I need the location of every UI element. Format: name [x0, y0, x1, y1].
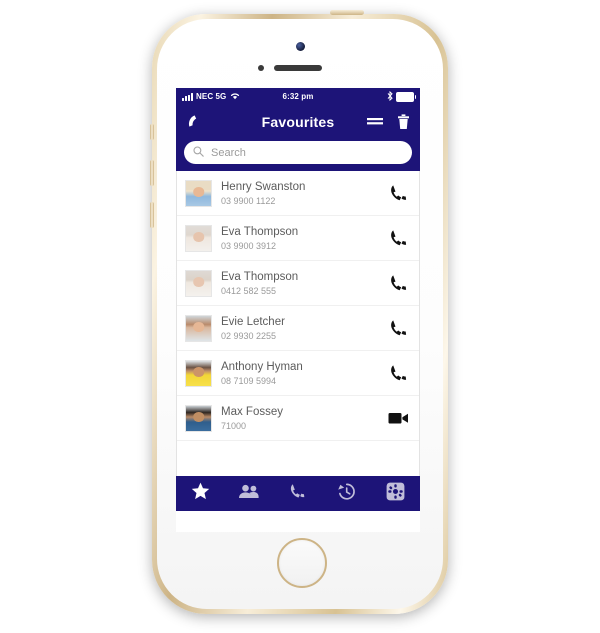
search-input[interactable]	[209, 145, 403, 160]
avatar	[185, 179, 212, 207]
phone-screen: NEC 5G 6:32 pm Favourites Search Henry S…	[176, 88, 420, 532]
contact-text: Eva Thompson 03 9900 3912	[221, 225, 387, 252]
tab-favourites[interactable]	[180, 476, 220, 511]
bluetooth-icon	[387, 90, 393, 103]
carrier-label: NEC 5G	[196, 92, 227, 101]
contact-text: Anthony Hyman 08 7109 5994	[221, 360, 387, 387]
avatar	[185, 224, 212, 252]
call-icon[interactable]	[387, 319, 409, 338]
search-area	[176, 138, 420, 171]
avatar	[185, 404, 212, 432]
volume-up-button[interactable]	[150, 160, 154, 186]
nav-bar-actions	[367, 113, 410, 130]
contact-number: 0412 582 555	[221, 285, 277, 296]
contact-text: Henry Swanston 03 9900 1122	[221, 180, 387, 207]
tab-history[interactable]	[327, 476, 367, 511]
contact-number: 08 7109 5994	[221, 375, 277, 386]
contact-name: Eva Thompson	[221, 270, 299, 283]
contact-row[interactable]: Anthony Hyman 08 7109 5994	[177, 351, 419, 396]
gear-icon	[386, 482, 405, 506]
contact-row[interactable]: Eva Thompson 0412 582 555	[177, 261, 419, 306]
trash-icon[interactable]	[397, 113, 410, 130]
call-icon[interactable]	[387, 274, 409, 293]
front-camera	[296, 42, 305, 51]
contact-name: Henry Swanston	[221, 180, 306, 193]
tab-contacts[interactable]	[229, 476, 269, 511]
tab-settings[interactable]	[376, 476, 416, 511]
contact-row[interactable]: Evie Letcher 02 9930 2255	[177, 306, 419, 351]
avatar	[185, 269, 212, 297]
avatar	[185, 314, 212, 342]
wifi-icon	[230, 92, 240, 102]
nav-bar: Favourites	[176, 105, 420, 138]
phone-icon	[289, 483, 306, 505]
call-icon[interactable]	[387, 364, 409, 383]
power-button[interactable]	[330, 10, 364, 15]
battery-icon	[396, 91, 416, 102]
contact-number: 71000	[221, 420, 247, 431]
contact-name: Evie Letcher	[221, 315, 285, 328]
contact-number: 03 9900 3912	[221, 240, 277, 251]
contact-row[interactable]: Eva Thompson 03 9900 3912	[177, 216, 419, 261]
silent-switch[interactable]	[150, 124, 154, 140]
video-icon[interactable]	[387, 410, 409, 426]
people-icon	[238, 484, 260, 504]
contact-name: Anthony Hyman	[221, 360, 303, 373]
history-icon	[337, 482, 356, 506]
hamburger-menu-icon[interactable]	[367, 116, 383, 127]
contact-list[interactable]: Henry Swanston 03 9900 1122 Eva Thompson 03…	[176, 171, 420, 476]
volume-down-button[interactable]	[150, 202, 154, 228]
tab-keypad[interactable]	[278, 476, 318, 511]
status-bar-right	[387, 90, 416, 103]
contact-text: Evie Letcher 02 9930 2255	[221, 315, 387, 342]
call-icon[interactable]	[387, 184, 409, 203]
contact-text: Eva Thompson 0412 582 555	[221, 270, 387, 297]
contact-number: 02 9930 2255	[221, 330, 277, 341]
home-button[interactable]	[277, 538, 327, 588]
star-icon	[191, 482, 210, 505]
proximity-sensor	[258, 65, 264, 71]
contact-row[interactable]: Max Fossey 71000	[177, 396, 419, 441]
contact-number: 03 9900 1122	[221, 195, 276, 206]
contact-name: Max Fossey	[221, 405, 283, 418]
signal-bars-icon	[182, 92, 193, 101]
contact-name: Eva Thompson	[221, 225, 299, 238]
tab-bar	[176, 476, 420, 511]
call-icon[interactable]	[387, 229, 409, 248]
search-icon	[193, 144, 204, 162]
search-box[interactable]	[184, 141, 412, 164]
avatar	[185, 359, 212, 387]
contact-row[interactable]: Henry Swanston 03 9900 1122	[177, 171, 419, 216]
contact-text: Max Fossey 71000	[221, 405, 387, 432]
earpiece-speaker	[274, 65, 322, 71]
status-bar: NEC 5G 6:32 pm	[176, 88, 420, 105]
